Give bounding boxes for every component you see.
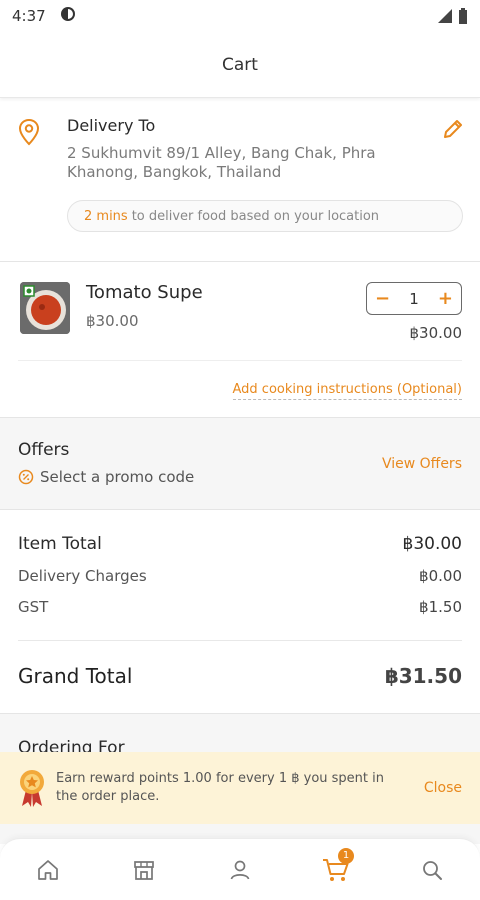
edit-address-icon[interactable] bbox=[442, 118, 464, 144]
nav-store[interactable] bbox=[124, 850, 164, 890]
bill-summary: Item Total ฿30.00 Delivery Charges ฿0.00… bbox=[0, 510, 480, 714]
status-time: 4:37 bbox=[12, 7, 46, 25]
quantity-stepper: − 1 + bbox=[366, 282, 462, 315]
page-title: Cart bbox=[222, 54, 258, 75]
nav-cart[interactable]: 1 bbox=[316, 847, 356, 890]
item-price: ฿30.00 bbox=[86, 312, 139, 330]
promo-code-text: Select a promo code bbox=[40, 468, 195, 486]
delivery-charges-value: ฿0.00 bbox=[419, 567, 462, 585]
grand-total-value: ฿31.50 bbox=[384, 664, 462, 688]
offers-title: Offers bbox=[18, 440, 70, 460]
promo-code-row[interactable]: Select a promo code bbox=[18, 468, 194, 486]
item-total-row: Item Total ฿30.00 bbox=[18, 534, 462, 554]
item-line-total: ฿30.00 bbox=[409, 324, 463, 342]
gst-label: GST bbox=[18, 598, 49, 616]
delivery-charges-label: Delivery Charges bbox=[18, 567, 147, 585]
grand-total-label: Grand Total bbox=[18, 664, 133, 688]
cart-badge: 1 bbox=[338, 847, 354, 864]
item-total-value: ฿30.00 bbox=[402, 534, 462, 554]
status-bar: 4:37 bbox=[0, 0, 480, 32]
increment-button[interactable]: + bbox=[438, 288, 453, 309]
reward-banner: Earn reward points 1.00 for every 1 ฿ yo… bbox=[0, 752, 480, 824]
delivery-eta-pill: 2 mins to deliver food based on your loc… bbox=[67, 200, 463, 232]
signal-icon bbox=[438, 9, 452, 23]
medal-icon bbox=[20, 770, 44, 807]
status-right bbox=[438, 8, 468, 24]
eta-text: to deliver food based on your location bbox=[131, 208, 380, 224]
discount-icon bbox=[18, 469, 34, 485]
bottom-navigation: 1 bbox=[0, 838, 480, 900]
delivery-section: Delivery To 2 Sukhumvit 89/1 Alley, Bang… bbox=[0, 98, 480, 262]
decrement-button[interactable]: − bbox=[375, 288, 390, 309]
location-pin-icon bbox=[18, 118, 40, 150]
reward-text: Earn reward points 1.00 for every 1 ฿ yo… bbox=[56, 771, 384, 804]
offers-section: Offers Select a promo code View Offers bbox=[0, 418, 480, 510]
gst-row: GST ฿1.50 bbox=[18, 598, 462, 616]
view-offers-link[interactable]: View Offers bbox=[382, 456, 462, 472]
quantity-value: 1 bbox=[409, 289, 419, 308]
store-icon bbox=[134, 860, 154, 880]
app-status-icon bbox=[60, 6, 76, 26]
nav-profile[interactable] bbox=[220, 850, 260, 890]
battery-icon bbox=[459, 8, 467, 24]
cart-item: Tomato Supe ฿30.00 − 1 + ฿30.00 Add cook… bbox=[0, 262, 480, 418]
page-header: Cart bbox=[0, 32, 480, 98]
delivery-charges-row: Delivery Charges ฿0.00 bbox=[18, 567, 462, 585]
profile-icon bbox=[230, 860, 250, 879]
divider bbox=[18, 360, 462, 361]
divider bbox=[18, 640, 462, 641]
grand-total-row: Grand Total ฿31.50 bbox=[18, 664, 462, 688]
delivery-title: Delivery To bbox=[67, 116, 156, 135]
delivery-address: 2 Sukhumvit 89/1 Alley, Bang Chak, Phra … bbox=[67, 144, 376, 181]
home-icon bbox=[38, 859, 58, 880]
gst-value: ฿1.50 bbox=[419, 598, 462, 616]
nav-home[interactable] bbox=[28, 850, 68, 890]
cooking-instructions-link[interactable]: Add cooking instructions (Optional) bbox=[232, 382, 462, 400]
eta-time: 2 mins bbox=[84, 208, 128, 224]
item-total-label: Item Total bbox=[18, 534, 102, 554]
nav-search[interactable] bbox=[412, 850, 452, 890]
item-thumbnail bbox=[20, 282, 70, 334]
search-icon bbox=[423, 860, 442, 880]
item-name: Tomato Supe bbox=[86, 282, 203, 303]
close-banner-button[interactable]: Close bbox=[424, 780, 462, 796]
